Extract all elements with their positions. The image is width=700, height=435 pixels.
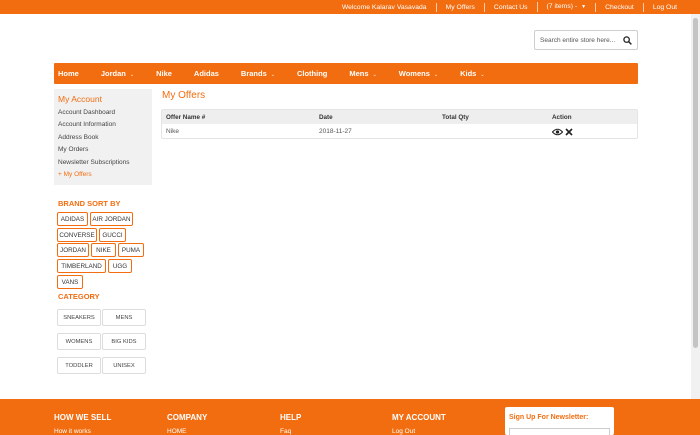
search-box [534, 30, 638, 50]
chevron-down-icon: ⌄ [129, 72, 135, 78]
nav-mens[interactable]: Mens ⌄ [349, 69, 376, 78]
nav-adidas[interactable]: Adidas [194, 69, 219, 78]
search-icon[interactable] [623, 36, 632, 45]
category-womens[interactable]: WOMENS [57, 333, 101, 350]
welcome-text: Welcome Kalarav Vasavada [341, 3, 427, 11]
address-book-link[interactable]: Address Book [58, 134, 98, 141]
cart-link[interactable]: (7 items) - ▼ [536, 2, 596, 12]
brand-sort-title: BRAND SORT BY [58, 199, 121, 208]
nav-label: Clothing [296, 69, 328, 78]
scrollbar-thumb[interactable] [693, 18, 698, 348]
column-action: Action [552, 114, 572, 121]
search-input[interactable] [540, 35, 620, 46]
footer-link-home[interactable]: HOME [167, 428, 187, 435]
footer-heading-help: HELP [280, 413, 302, 422]
newsletter-box: Sign Up For Newsletter: [505, 407, 614, 435]
my-orders-link[interactable]: My Orders [58, 146, 88, 153]
nav-label: Home [58, 69, 79, 78]
account-sidebar: My Account Account Dashboard Account Inf… [54, 89, 152, 185]
nav-label: Brands [240, 69, 267, 78]
chevron-down-icon: ⌄ [480, 72, 485, 78]
category-title: CATEGORY [58, 292, 100, 301]
offer-name-cell: Nike [166, 128, 180, 135]
nav-jordan[interactable]: Jordan ⌄ [101, 69, 134, 78]
contact-us-link[interactable]: Contact Us [483, 2, 537, 12]
nav-label: Mens [349, 69, 369, 78]
footer: HOW WE SELL How it works COMPANY HOME HE… [0, 399, 700, 435]
nav-kids[interactable]: Kids ⌄ [460, 69, 484, 78]
date-cell: 2018-11-27 [319, 128, 352, 135]
brand-nike[interactable]: NIKE [91, 243, 116, 257]
chevron-down-icon: ⌄ [433, 72, 439, 78]
category-mens[interactable]: MENS [102, 309, 146, 326]
chevron-down-icon: ▼ [581, 4, 587, 10]
top-bar: Welcome Kalarav Vasavada My Offers Conta… [0, 0, 700, 14]
cart-label: (7 items) - [546, 3, 578, 10]
checkout-link[interactable]: Checkout [595, 2, 643, 12]
nav-brands[interactable]: Brands ⌄ [241, 69, 275, 78]
footer-link-how-it-works[interactable]: How it works [54, 428, 91, 435]
footer-link-faq[interactable]: Faq [280, 428, 291, 435]
brand-puma[interactable]: PUMA [118, 243, 144, 257]
category-unisex[interactable]: UNISEX [102, 357, 146, 374]
chevron-down-icon: ⌄ [372, 72, 377, 78]
brand-jordan[interactable]: JORDAN [57, 243, 89, 257]
category-toddler[interactable]: TODDLER [57, 357, 101, 374]
brand-ugg[interactable]: UGG [108, 259, 132, 273]
footer-heading-my-account: MY ACCOUNT [392, 413, 446, 422]
nav-womens[interactable]: Womens ⌄ [399, 69, 438, 78]
nav-label: Nike [156, 69, 172, 78]
main-nav: Home Jordan ⌄ Nike Adidas Brands ⌄ Clothin… [54, 63, 638, 84]
brand-converse[interactable]: CONVERSE [57, 228, 97, 242]
nav-label: Womens [398, 69, 430, 78]
account-dashboard-link[interactable]: Account Dashboard [58, 109, 115, 116]
offers-table: Offer Name # Date Total Qty Action Nike … [161, 109, 638, 139]
log-out-link[interactable]: Log Out [642, 2, 686, 12]
account-information-link[interactable]: Account Information [58, 121, 116, 128]
category-big-kids[interactable]: BIG KIDS [102, 333, 146, 350]
newsletter-email-input[interactable] [509, 428, 610, 435]
footer-heading-company: COMPANY [167, 413, 208, 422]
nav-home[interactable]: Home [58, 69, 79, 78]
column-offer-name: Offer Name # [166, 114, 206, 121]
page-title: My Offers [162, 90, 206, 101]
top-links: Welcome Kalarav Vasavada My Offers Conta… [333, 0, 686, 14]
column-date: Date [319, 114, 333, 121]
nav-label: Adidas [193, 69, 219, 78]
nav-nike[interactable]: Nike [156, 69, 172, 78]
eye-icon[interactable] [552, 128, 563, 136]
chevron-down-icon: ⌄ [270, 72, 275, 78]
nav-label: Kids [460, 69, 477, 78]
brand-air-jordan[interactable]: AIR JORDAN [90, 212, 133, 226]
category-sneakers[interactable]: SNEAKERS [57, 309, 101, 326]
footer-link-log-out[interactable]: Log Out [392, 428, 415, 435]
my-offers-sidebar-link[interactable]: + My Offers [58, 171, 92, 178]
nav-label: Jordan [100, 69, 126, 78]
brand-adidas[interactable]: ADIDAS [57, 212, 88, 226]
footer-heading-how-we-sell: HOW WE SELL [54, 413, 112, 422]
close-icon[interactable] [565, 128, 573, 136]
nav-clothing[interactable]: Clothing [297, 69, 327, 78]
my-offers-link[interactable]: My Offers [435, 2, 484, 12]
column-total-qty: Total Qty [442, 114, 469, 121]
newsletter-subscriptions-link[interactable]: Newsletter Subscriptions [58, 159, 130, 166]
newsletter-title: Sign Up For Newsletter: [509, 414, 589, 421]
brand-gucci[interactable]: GUCCI [99, 228, 126, 242]
brand-vans[interactable]: VANS [57, 275, 83, 289]
brand-timberland[interactable]: TIMBERLAND [57, 259, 106, 273]
account-title: My Account [58, 94, 102, 104]
